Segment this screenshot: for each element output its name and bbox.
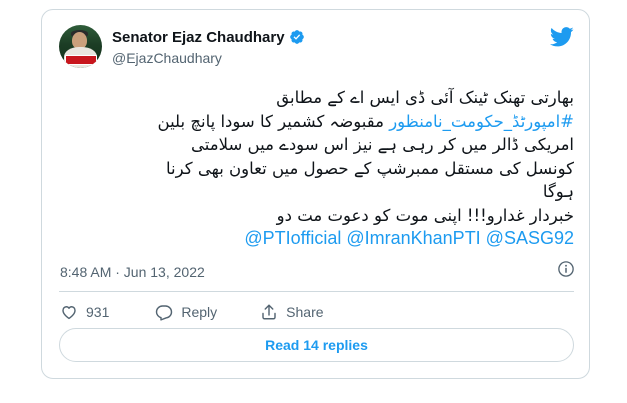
avatar[interactable] xyxy=(59,25,102,68)
tweet-line: ہوگا xyxy=(542,182,574,201)
share-button[interactable]: Share xyxy=(260,303,324,321)
reply-label: Reply xyxy=(181,304,218,320)
info-icon[interactable] xyxy=(557,260,575,278)
author-handle[interactable]: @EjazChaudhary xyxy=(112,50,222,66)
share-icon xyxy=(262,304,276,320)
reply-button[interactable]: Reply xyxy=(155,303,217,321)
read-replies-button[interactable]: Read 14 replies xyxy=(59,328,574,362)
tweet-line: امریکی ڈالر میں کر رہی ہے نیز اس سودے می… xyxy=(191,135,574,154)
author-name-text: Senator Ejaz Chaudhary xyxy=(112,29,285,46)
tweet-line: کونسل کی مستقل ممبرشپ کے حصول میں تعاون … xyxy=(166,158,574,178)
verified-icon xyxy=(289,30,304,44)
tweet-line: بھارتی تھنک ٹینک آئی ڈی ایس اے کے مطابق xyxy=(276,88,574,107)
twitter-bird-icon[interactable] xyxy=(550,27,574,47)
tweet-line-text: مقبوضہ کشمیر کا سودا پانچ بلین xyxy=(157,111,384,131)
share-label: Share xyxy=(286,304,324,320)
tweet-timestamp[interactable]: 8:48 AM · Jun 13, 2022 xyxy=(60,264,205,280)
hashtag-link[interactable]: #امپورٹڈ_حکومت_نامنظور xyxy=(389,112,574,131)
tweet-actions: 931 Reply Share xyxy=(60,302,324,322)
divider xyxy=(59,291,574,292)
heart-icon xyxy=(62,306,76,320)
like-count: 931 xyxy=(86,304,110,320)
like-button[interactable]: 931 xyxy=(60,303,109,321)
author-name[interactable]: Senator Ejaz Chaudhary xyxy=(112,29,305,46)
mention-links[interactable]: @PTIofficial @ImranKhanPTI @SASG92 xyxy=(60,227,574,251)
tweet-card: Senator Ejaz Chaudhary @EjazChaudhary بھ… xyxy=(41,9,590,379)
tweet-line: خبردار غدارو!!! اپنی موت کو دعوت مت دو xyxy=(276,205,574,225)
reply-icon xyxy=(156,305,173,321)
tweet-line: #امپورٹڈ_حکومت_نامنظور مقبوضہ کشمیر کا س… xyxy=(60,110,574,134)
tweet-text: بھارتی تھنک ٹینک آئی ڈی ایس اے کے مطابق … xyxy=(60,86,574,251)
